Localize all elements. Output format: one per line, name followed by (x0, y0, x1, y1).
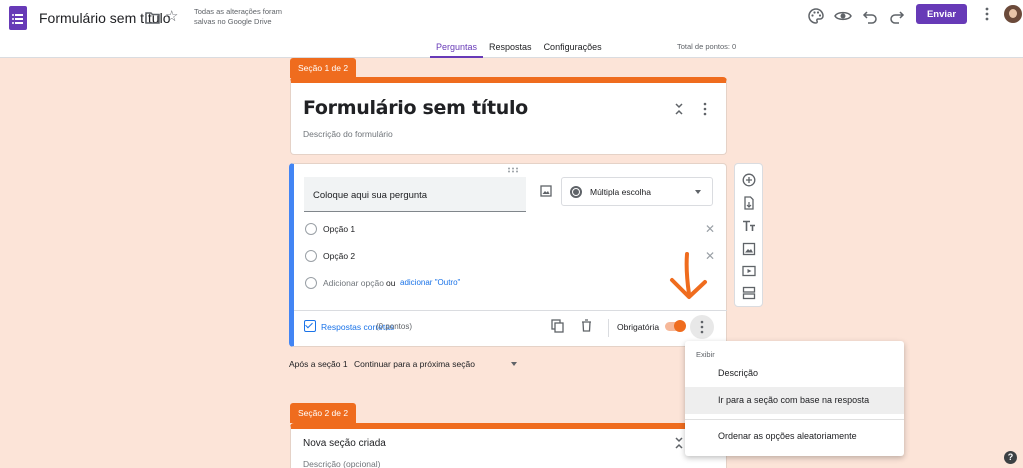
question-placeholder: Coloque aqui sua pergunta (313, 190, 428, 201)
radio-icon (305, 277, 317, 289)
question-input[interactable]: Coloque aqui sua pergunta (304, 177, 526, 212)
add-video-icon[interactable] (742, 264, 756, 278)
required-label: Obrigatória (617, 322, 660, 332)
send-button[interactable]: Enviar (916, 4, 967, 24)
folder-icon[interactable] (145, 11, 160, 24)
add-image-icon[interactable] (540, 185, 552, 197)
question-card[interactable]: Coloque aqui sua pergunta Múltipla escol… (289, 163, 727, 347)
after-section-select[interactable]: Continuar para a próxima seção (354, 359, 475, 369)
menu-item-descricao[interactable]: Descrição (685, 360, 904, 387)
add-title-icon[interactable] (742, 219, 756, 233)
menu-header: Exibir (696, 350, 715, 359)
question-options-menu: Exibir Descrição Ir para a seção com bas… (685, 341, 904, 456)
question-type-label: Múltipla escolha (590, 187, 651, 197)
more-vert-icon[interactable] (983, 6, 991, 22)
delete-icon[interactable] (581, 319, 592, 332)
annotation-arrow-icon (670, 252, 707, 299)
star-icon[interactable]: ☆ (165, 9, 178, 24)
option-label[interactable]: Opção 2 (323, 251, 355, 261)
form-title[interactable]: Formulário sem título (303, 97, 528, 119)
after-section-label: Após a seção 1 (289, 359, 348, 369)
question-type-select[interactable]: Múltipla escolha (561, 177, 713, 206)
tab-configuracoes[interactable]: Configurações (538, 40, 608, 58)
menu-divider (685, 419, 904, 420)
option-row[interactable]: Opção 1 ✕ (305, 223, 715, 237)
add-option-row: Adicionar opção ou adicionar "Outro" (305, 277, 715, 291)
google-forms-logo-icon[interactable] (9, 6, 27, 30)
required-toggle[interactable] (665, 320, 686, 332)
redo-icon[interactable] (888, 7, 906, 25)
eye-icon[interactable] (834, 7, 852, 25)
add-other-link[interactable]: adicionar "Outro" (400, 278, 460, 287)
more-vert-icon (700, 320, 704, 334)
section-1-tab: Seção 1 de 2 (290, 58, 357, 78)
or-text: ou (386, 278, 396, 288)
avatar[interactable] (1004, 5, 1022, 23)
answer-key-icon[interactable] (304, 320, 316, 332)
section-2-card[interactable]: Nova seção criada Descrição (opcional) (290, 423, 727, 468)
collapse-icon[interactable] (674, 437, 684, 449)
save-status: Todas as alterações foram salvas no Goog… (194, 7, 282, 26)
option-row[interactable]: Opção 2 ✕ (305, 250, 715, 264)
option-label[interactable]: Opção 1 (323, 224, 355, 234)
form-description[interactable]: Descrição do formulário (303, 129, 393, 139)
dropdown-arrow-icon[interactable] (511, 362, 517, 366)
main-tabs: Perguntas Respostas Configurações (430, 40, 608, 58)
section-2-description[interactable]: Descrição (opcional) (303, 459, 380, 468)
tab-perguntas[interactable]: Perguntas (430, 40, 484, 58)
add-question-icon[interactable] (742, 173, 756, 187)
points-label: (0 pontos) (376, 322, 413, 331)
radio-button-icon (570, 186, 582, 198)
tab-respostas[interactable]: Respostas (483, 40, 538, 58)
add-image-icon[interactable] (742, 242, 756, 256)
import-questions-icon[interactable] (742, 196, 756, 210)
app-header: Formulário sem título ☆ Todas as alteraç… (0, 0, 1023, 58)
collapse-icon[interactable] (674, 103, 684, 115)
remove-option-icon[interactable]: ✕ (705, 223, 715, 235)
palette-icon[interactable] (807, 7, 825, 25)
form-title-card[interactable]: Formulário sem título Descrição do formu… (290, 77, 727, 155)
add-section-icon[interactable] (742, 286, 756, 300)
menu-item-go-to-section[interactable]: Ir para a seção com base na resposta (685, 387, 904, 414)
section-2-title[interactable]: Nova seção criada (303, 438, 386, 449)
add-option-link[interactable]: Adicionar opção (323, 278, 384, 288)
question-footer-divider (294, 310, 727, 311)
dropdown-arrow-icon (695, 190, 701, 194)
menu-item-shuffle-options[interactable]: Ordenar as opções aleatoriamente (685, 423, 904, 450)
footer-separator (608, 319, 609, 337)
section-2-tab: Seção 2 de 2 (290, 403, 357, 423)
radio-icon (305, 250, 317, 262)
undo-icon[interactable] (861, 7, 879, 25)
question-more-button[interactable] (690, 315, 714, 339)
drag-handle-icon[interactable] (507, 167, 519, 173)
total-points: Total de pontos: 0 (677, 42, 737, 51)
duplicate-icon[interactable] (551, 319, 564, 333)
floating-toolbar (734, 163, 763, 307)
section-more-icon[interactable] (702, 102, 708, 116)
help-icon[interactable]: ? (1004, 451, 1017, 464)
radio-icon (305, 223, 317, 235)
